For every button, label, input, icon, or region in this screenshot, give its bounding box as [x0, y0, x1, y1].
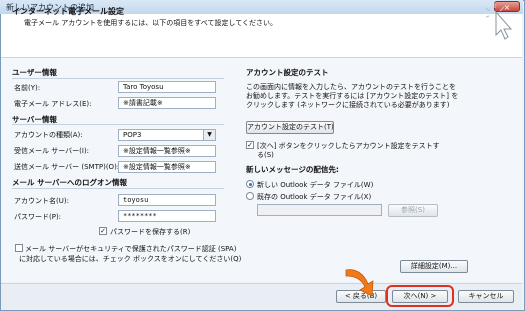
divider: [12, 78, 224, 79]
name-label: 名前(Y):: [14, 84, 41, 92]
save-password-checkbox[interactable]: ✓: [99, 227, 107, 235]
divider: [12, 124, 224, 125]
existing-data-file-path[interactable]: [257, 204, 382, 216]
incoming-server-label: 受信メール サーバー(I):: [14, 147, 90, 155]
logon-info-heading: メール サーバーへのログオン情報: [12, 178, 128, 187]
more-settings-button[interactable]: 詳細設定(M)...: [400, 260, 468, 273]
next-button[interactable]: 次へ(N) >: [392, 290, 448, 303]
chevron-down-icon[interactable]: ▼: [203, 130, 215, 140]
account-type-label: アカウントの種類(A):: [14, 131, 83, 139]
account-type-value: POP3: [123, 131, 142, 139]
outgoing-server-label: 送信メール サーバー (SMTP)(O):: [14, 163, 120, 171]
cancel-button[interactable]: キャンセル: [458, 290, 514, 303]
test-account-button[interactable]: アカウント設定のテスト(T): [246, 121, 334, 134]
spa-label-line1: メール サーバーがセキュリティで保護されたパスワード認証 (SPA): [25, 245, 237, 253]
name-field[interactable]: Taro Toyosu: [118, 81, 216, 93]
test-desc-line3: クリックします (ネットワークに接続されている必要があります): [246, 101, 450, 109]
outgoing-server-field[interactable]: ※設定情報一覧参照※: [118, 161, 216, 173]
account-type-select[interactable]: POP3 ▼: [118, 129, 216, 141]
email-label: 電子メール アドレス(E):: [14, 100, 92, 108]
email-field[interactable]: ※請書記載※: [118, 97, 216, 109]
page-subtitle: 電子メール アカウントを使用するには、以下の項目をすべて設定してください。: [24, 19, 278, 27]
new-data-file-radio[interactable]: [246, 180, 254, 188]
existing-data-file-radio[interactable]: [246, 192, 254, 200]
account-test-heading: アカウント設定のテスト: [246, 68, 329, 77]
spa-checkbox[interactable]: [15, 244, 23, 252]
account-name-label: アカウント名(U):: [14, 197, 69, 205]
account-name-field[interactable]: toyosu: [118, 194, 216, 206]
pointer-click-icon: [486, 3, 513, 40]
incoming-server-field[interactable]: ※設定情報一覧参照※: [118, 145, 216, 157]
page-title: インターネット電子メール設定: [12, 7, 124, 16]
save-password-label: パスワードを保存する(R): [110, 228, 191, 236]
arrow-pointer-icon: [345, 269, 374, 297]
spa-label-line2: に対応している場合には、チェック ボックスをオンにしてください(Q): [19, 255, 242, 263]
divider: [12, 188, 224, 189]
auto-test-label-line1: [次へ] ボタンをクリックしたらアカウント設定をテストす: [257, 142, 440, 150]
new-data-file-label: 新しい Outlook データ ファイル(W): [257, 181, 374, 189]
password-label: パスワード(P):: [14, 213, 62, 221]
user-info-heading: ユーザー情報: [12, 68, 57, 77]
delivery-heading: 新しいメッセージの配信先:: [246, 165, 339, 174]
auto-test-checkbox[interactable]: ✓: [246, 141, 254, 149]
browse-button[interactable]: 参照(S): [388, 204, 438, 217]
existing-data-file-label: 既存の Outlook データ ファイル(X): [257, 193, 372, 201]
auto-test-label-line2: る(S): [257, 151, 274, 159]
password-field[interactable]: ********: [118, 210, 216, 222]
